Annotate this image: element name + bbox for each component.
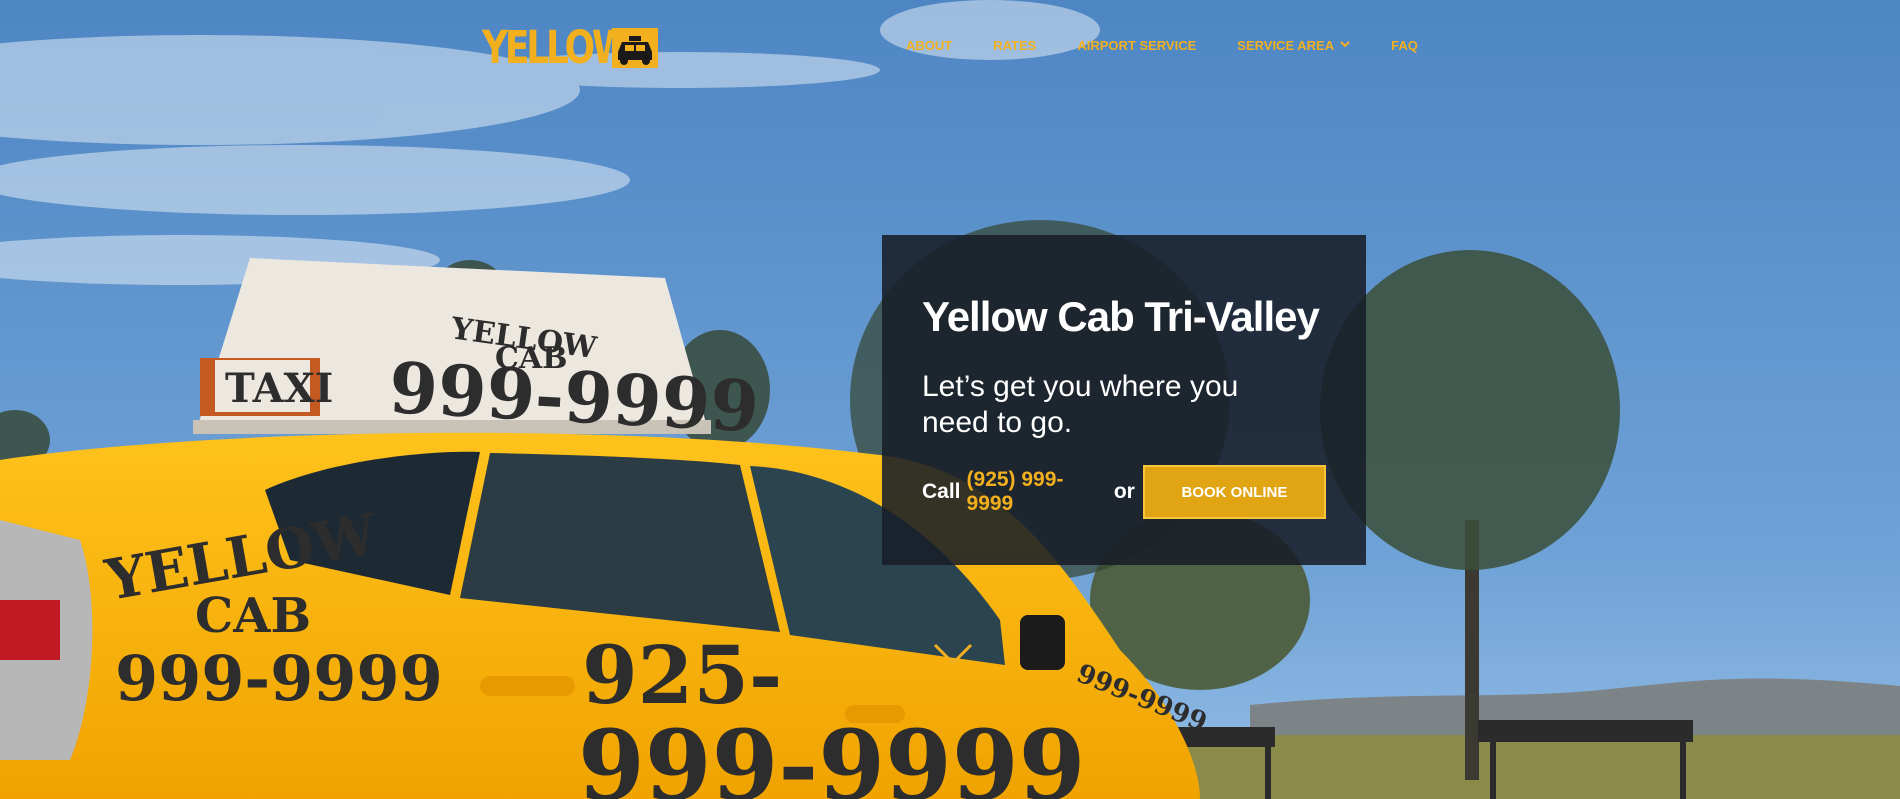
nav-item-label: FAQ [1391, 38, 1418, 53]
nav-item-label: SERVICE AREA [1237, 38, 1335, 53]
door-text-phone: 999-9999 [115, 642, 443, 715]
taxi-icon [612, 28, 658, 68]
nav-item-label: RATES [993, 38, 1037, 53]
site-logo[interactable]: YELLOW [482, 21, 658, 74]
nav-item-label: ABOUT [906, 38, 953, 53]
nav-item-about[interactable]: ABOUT [906, 38, 952, 53]
phone-link[interactable]: (925) 999-9999 [967, 468, 1108, 516]
call-prefix: Call [922, 480, 961, 503]
hero-tagline: Let’s get you where you need to go. [922, 370, 1239, 439]
hero-card: Yellow Cab Tri-Valley Let’s get you wher… [882, 235, 1366, 565]
door-text-big: 999-9999 [578, 709, 1085, 799]
main-nav: ABOUT RATES AIRPORT SERVICE SERVICE AREA… [906, 38, 1459, 53]
book-online-button[interactable]: BOOK ONLINE [1142, 465, 1326, 519]
nav-item-label: AIRPORT SERVICE [1077, 38, 1197, 53]
nav-item-faq[interactable]: FAQ [1391, 38, 1418, 53]
call-suffix: or [1113, 480, 1135, 503]
nav-item-rates[interactable]: RATES [993, 38, 1036, 53]
nav-item-airport-service[interactable]: AIRPORT SERVICE [1077, 38, 1196, 53]
call-to-action: Call (925) 999-9999 or BOOK ONLINE [922, 465, 1326, 519]
chevron-down-icon [1340, 40, 1350, 51]
nav-item-service-area[interactable]: SERVICE AREA [1237, 38, 1350, 53]
hero-title: Yellow Cab Tri-Valley [922, 293, 1320, 340]
door-text-925: 925- [582, 628, 782, 722]
scroll-down-icon[interactable] [932, 642, 974, 668]
logo-text: YELLOW [482, 21, 632, 74]
sign-text-taxi: TAXI [225, 365, 333, 412]
door-text-cab: CAB [195, 588, 311, 644]
